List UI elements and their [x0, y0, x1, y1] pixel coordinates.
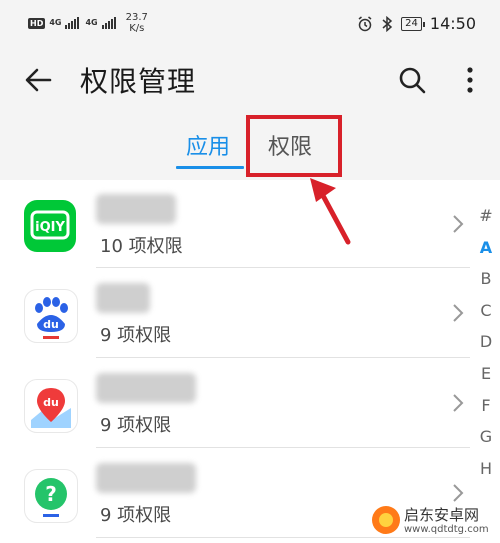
app-name-redacted — [96, 463, 196, 493]
alpha-index-hash[interactable]: # — [472, 200, 500, 232]
page-title: 权限管理 — [80, 65, 197, 98]
speed-unit: K/s — [129, 23, 145, 34]
signal-icon-2 — [101, 17, 116, 29]
alphabet-index[interactable]: # A B C D E F G H — [472, 200, 500, 484]
more-vertical-icon[interactable] — [456, 62, 484, 98]
status-bar: HD 4G 4G 23.7 K/s 24 14:50 — [0, 0, 500, 48]
svg-text:du: du — [43, 318, 59, 331]
network-label-2: 4G — [85, 18, 98, 27]
divider — [96, 267, 470, 268]
help-icon: ? — [24, 469, 78, 523]
watermark-title: 启东安卓网 — [404, 506, 480, 524]
iqiyi-icon: iQIY — [24, 200, 76, 252]
watermark-text-block: 启东安卓网 www.qdtdtg.com — [404, 505, 489, 536]
watermark-url: www.qdtdtg.com — [404, 524, 489, 535]
annotation-highlight-box — [246, 115, 342, 177]
svg-text:du: du — [43, 396, 59, 409]
alpha-index-g[interactable]: G — [472, 421, 500, 453]
watermark-logo-icon — [372, 506, 400, 534]
bluetooth-icon — [382, 15, 393, 32]
app-name-redacted — [96, 283, 150, 313]
alpha-index-f[interactable]: F — [472, 390, 500, 422]
hd-badge: HD — [28, 17, 46, 29]
divider — [96, 357, 470, 358]
network-label-1: 4G — [49, 18, 62, 27]
alpha-index-d[interactable]: D — [472, 326, 500, 358]
signal-icon — [65, 17, 80, 29]
app-header: 权限管理 — [0, 48, 500, 112]
alpha-index-h[interactable]: H — [472, 453, 500, 485]
app-permission-count: 9 项权限 — [100, 415, 172, 436]
arrow-left-icon[interactable] — [20, 62, 56, 98]
watermark: 启东安卓网 www.qdtdtg.com — [372, 500, 500, 540]
app-permission-count: 9 项权限 — [100, 505, 172, 526]
battery-indicator: 24 — [401, 16, 425, 31]
speed-value: 23.7 — [125, 12, 148, 23]
list-item[interactable]: iQIY 10 项权限 — [0, 180, 470, 270]
svg-text:?: ? — [45, 482, 57, 506]
list-item[interactable]: du 9 项权限 — [0, 269, 470, 359]
baidu-icon: du — [24, 289, 78, 343]
active-tab-indicator — [176, 166, 244, 169]
chevron-right-icon — [453, 394, 464, 412]
chevron-right-icon — [453, 215, 464, 233]
search-icon[interactable] — [394, 62, 430, 98]
alpha-index-a[interactable]: A — [472, 232, 500, 264]
status-left: HD 4G 4G 23.7 K/s — [28, 12, 148, 34]
app-permission-count: 9 项权限 — [100, 325, 172, 346]
alpha-index-b[interactable]: B — [472, 263, 500, 295]
app-name-redacted — [96, 194, 176, 224]
alpha-index-e[interactable]: E — [472, 358, 500, 390]
chevron-right-icon — [453, 304, 464, 322]
svg-text:iQIY: iQIY — [35, 220, 65, 235]
app-name-redacted — [96, 373, 196, 403]
tab-apps[interactable]: 应用 — [186, 128, 230, 168]
network-speed: 23.7 K/s — [126, 12, 148, 34]
app-permission-count: 10 项权限 — [100, 236, 183, 257]
divider — [96, 447, 470, 448]
alpha-index-c[interactable]: C — [472, 295, 500, 327]
baidu-map-icon: du — [24, 379, 78, 433]
alarm-icon — [358, 15, 372, 31]
list-item[interactable]: du 9 项权限 — [0, 359, 470, 449]
clock: 14:50 — [429, 14, 476, 33]
status-right: 24 14:50 — [357, 14, 476, 33]
